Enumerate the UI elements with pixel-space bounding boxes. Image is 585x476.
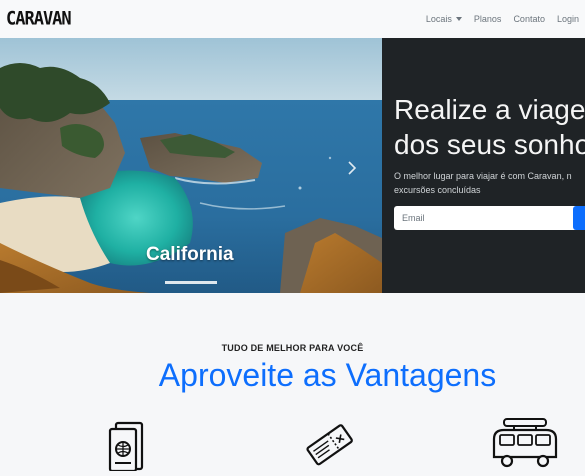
chevron-right-icon[interactable] bbox=[344, 158, 360, 178]
nav-item-login[interactable]: Login bbox=[557, 14, 579, 24]
hero-subtitle-line1: O melhor lugar para viajar é com Caravan… bbox=[394, 171, 572, 181]
hero-title-line1: Realize a viagem bbox=[394, 94, 585, 125]
hero-subtitle: O melhor lugar para viajar é com Caravan… bbox=[394, 169, 585, 197]
nav-item-label: Locais bbox=[425, 14, 452, 24]
caret-down-icon bbox=[455, 17, 462, 21]
carousel-indicator[interactable] bbox=[165, 281, 217, 284]
hero-title: Realize a viagem dos seus sonhos bbox=[394, 92, 585, 162]
navbar: CARAVAN Locais Planos Contato Login bbox=[0, 0, 585, 38]
nav-item-locais[interactable]: Locais bbox=[426, 14, 462, 24]
section-title: Aproveite as Vantagens bbox=[158, 357, 497, 393]
hero-subtitle-line2: excursões concluídas bbox=[394, 185, 481, 195]
hero-title-line2: dos seus sonhos bbox=[394, 129, 585, 160]
benefits-section: TUDO DE MELHOR PARA VOCÊ Aproveite as Va… bbox=[0, 293, 585, 473]
carousel[interactable]: California bbox=[0, 38, 382, 293]
van-icon bbox=[490, 417, 560, 471]
submit-button[interactable] bbox=[573, 206, 585, 230]
brand-logo[interactable]: CARAVAN bbox=[6, 8, 72, 30]
hero-panel: Realize a viagem dos seus sonhos O melho… bbox=[382, 38, 585, 293]
ticket-icon bbox=[300, 417, 360, 471]
carousel-caption: California bbox=[146, 244, 234, 265]
nav-item-contato[interactable]: Contato bbox=[513, 14, 545, 24]
nav-links: Locais Planos Contato Login bbox=[426, 0, 579, 38]
nav-item-planos[interactable]: Planos bbox=[474, 14, 502, 24]
passport-icon bbox=[100, 417, 160, 473]
email-input[interactable]: Email bbox=[394, 206, 584, 230]
hero-section: California Realize a viagem dos seus son… bbox=[0, 38, 585, 293]
section-eyebrow: TUDO DE MELHOR PARA VOCÊ bbox=[221, 343, 364, 353]
